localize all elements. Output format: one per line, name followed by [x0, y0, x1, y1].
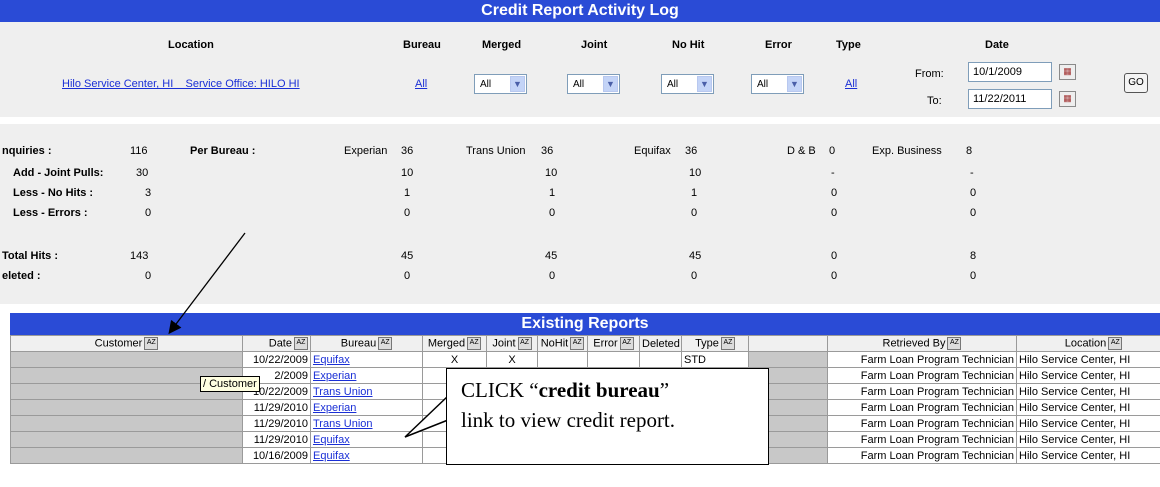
page-frame: Credit Report Activity Log Location Bure…: [0, 0, 1160, 487]
instruction-callout: CLICK “credit bureau” link to view credi…: [446, 368, 769, 465]
callout-pointer-mask: [447, 398, 450, 418]
